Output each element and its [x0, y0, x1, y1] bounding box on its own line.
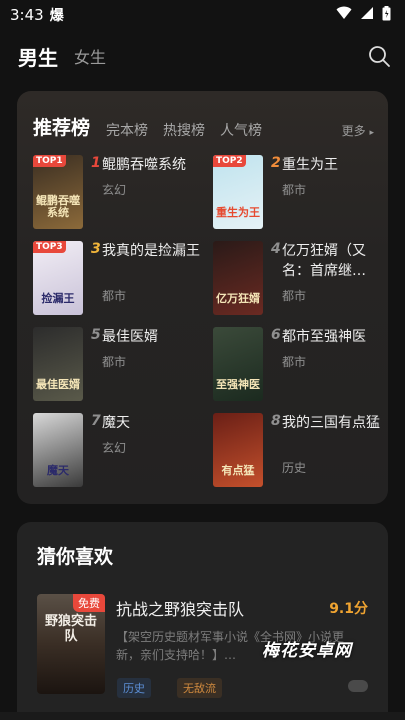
tab-male[interactable]: 男生 — [18, 42, 58, 71]
book-cover[interactable]: 免费 野狼突击队 — [37, 594, 105, 694]
ranking-book-item[interactable]: TOP2 重生为王 2 重生为王 都市 — [213, 155, 388, 233]
ranking-book-item[interactable]: 有点猛 8 我的三国有点猛历史 — [213, 413, 388, 491]
ranking-book-item[interactable]: 亿万狂婿 4 亿万狂婿（又名：首席继… 都市 — [213, 241, 388, 319]
book-genre: 都市 — [282, 183, 307, 197]
tab-hot-search[interactable]: 热搜榜 — [163, 121, 205, 141]
more-options-pill[interactable] — [348, 680, 368, 692]
tab-female[interactable]: 女生 — [74, 44, 106, 68]
rank-number: 1 — [91, 155, 101, 171]
ranking-book-item[interactable]: 至强神医 6 都市至强神医都市 — [213, 327, 388, 405]
signal-icon — [360, 6, 374, 24]
cover-title-art: 最佳医婿 — [36, 378, 80, 391]
book-genre: 玄幻 — [102, 183, 127, 197]
tab-recommended[interactable]: 推荐榜 — [33, 115, 90, 141]
ranking-book-item[interactable]: TOP3 捡漏王 3 我真的是捡漏王都市 — [33, 241, 208, 319]
rank-number: 6 — [271, 327, 281, 343]
tag-invincible[interactable]: 无敌流 — [177, 678, 222, 698]
status-bar: 3:43 爆 — [0, 0, 405, 30]
book-title[interactable]: 抗战之野狼突击队 — [116, 596, 244, 620]
section-title: 猜你喜欢 — [37, 546, 114, 568]
more-label: 更多 — [341, 124, 366, 138]
book-cover[interactable]: 最佳医婿 — [33, 327, 83, 401]
ranking-card: 推荐榜 完本榜 热搜榜 人气榜 更多 ▸ TOP1 鲲鹏吞噬系统 1 鲲鹏吞噬系统 玄幻… — [17, 91, 388, 504]
ranking-book-item[interactable]: 魔天 7 魔天 玄幻 — [33, 413, 208, 491]
watermark: 梅花安卓网 — [262, 641, 352, 661]
tab-popular[interactable]: 人气榜 — [220, 121, 262, 141]
notification-icon: 爆 — [49, 8, 64, 24]
book-title[interactable]: 我真的是捡漏王 — [102, 241, 202, 261]
top-badge: TOP1 — [33, 155, 66, 167]
rank-number: 7 — [91, 413, 101, 429]
free-badge: 免费 — [73, 594, 105, 612]
book-cover[interactable]: 魔天 — [33, 413, 83, 487]
rank-number: 5 — [91, 327, 101, 343]
tag-history[interactable]: 历史 — [117, 678, 151, 698]
search-icon[interactable] — [367, 44, 391, 68]
book-cover[interactable]: TOP3 捡漏王 — [33, 241, 83, 315]
cover-title-art: 捡漏王 — [41, 292, 75, 305]
book-title[interactable]: 鲲鹏吞噬系统 — [102, 155, 202, 175]
book-genre: 都市 — [102, 289, 127, 303]
bottom-nav-edge — [0, 712, 405, 720]
rank-number: 2 — [271, 155, 281, 171]
cover-title-art: 重生为王 — [216, 206, 260, 219]
book-title[interactable]: 魔天 — [102, 413, 202, 433]
book-cover[interactable]: TOP1 鲲鹏吞噬系统 — [33, 155, 83, 229]
cover-title-art: 野狼突击队 — [44, 614, 97, 644]
status-time: 3:43 — [10, 6, 44, 24]
book-title[interactable]: 最佳医婿 — [102, 327, 202, 347]
chevron-right-icon: ▸ — [369, 128, 374, 138]
book-genre: 都市 — [102, 355, 127, 369]
book-title[interactable]: 重生为王 — [282, 155, 382, 175]
cover-title-art: 鲲鹏吞噬系统 — [36, 194, 80, 219]
guess-you-like-card: 猜你喜欢 免费 野狼突击队 抗战之野狼突击队 9.1分 【架空历史题材军事小说《… — [17, 522, 388, 720]
ranking-book-item[interactable]: TOP1 鲲鹏吞噬系统 1 鲲鹏吞噬系统 玄幻 — [33, 155, 208, 233]
rank-number: 4 — [271, 241, 281, 257]
gender-tabs: 男生 女生 — [0, 30, 405, 82]
ranking-book-item[interactable]: 最佳医婿 5 最佳医婿 都市 — [33, 327, 208, 405]
book-title[interactable]: 亿万狂婿（又名：首席继… — [282, 241, 382, 281]
ranking-tabs: 推荐榜 完本榜 热搜榜 人气榜 更多 ▸ — [33, 111, 374, 141]
book-score: 9.1分 — [329, 601, 368, 617]
book-genre: 历史 — [282, 461, 307, 475]
top-badge: TOP2 — [213, 155, 246, 167]
rank-number: 8 — [271, 413, 281, 429]
top-badge: TOP3 — [33, 241, 66, 253]
cover-title-art: 亿万狂婿 — [216, 292, 260, 305]
wifi-icon — [336, 6, 352, 24]
more-link[interactable]: 更多 ▸ — [342, 122, 374, 139]
book-cover[interactable]: TOP2 重生为王 — [213, 155, 263, 229]
tab-completed[interactable]: 完本榜 — [106, 121, 148, 141]
book-title[interactable]: 我的三国有点猛 — [282, 413, 382, 433]
book-genre: 都市 — [282, 355, 307, 369]
cover-title-art: 至强神医 — [216, 378, 260, 391]
book-cover[interactable]: 亿万狂婿 — [213, 241, 263, 315]
book-cover[interactable]: 有点猛 — [213, 413, 263, 487]
cover-title-art: 有点猛 — [221, 464, 255, 477]
rank-number: 3 — [91, 241, 101, 257]
book-title[interactable]: 都市至强神医 — [282, 327, 382, 347]
book-genre: 都市 — [282, 289, 307, 303]
battery-icon — [382, 5, 391, 25]
book-cover[interactable]: 至强神医 — [213, 327, 263, 401]
book-genre: 玄幻 — [102, 441, 127, 455]
cover-title-art: 魔天 — [47, 464, 69, 477]
